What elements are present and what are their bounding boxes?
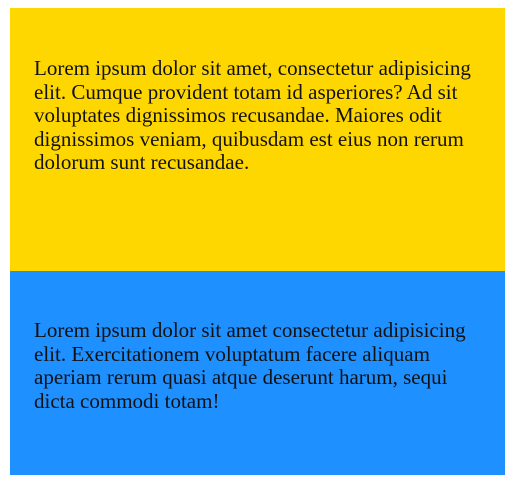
- yellow-text-box: Lorem ipsum dolor sit amet, consectetur …: [10, 8, 505, 271]
- blue-box-paragraph: Lorem ipsum dolor sit amet consectetur a…: [34, 318, 466, 413]
- yellow-box-paragraph: Lorem ipsum dolor sit amet, consectetur …: [34, 56, 471, 174]
- page: Lorem ipsum dolor sit amet, consectetur …: [0, 0, 513, 497]
- blue-text-box: Lorem ipsum dolor sit amet consectetur a…: [10, 271, 505, 475]
